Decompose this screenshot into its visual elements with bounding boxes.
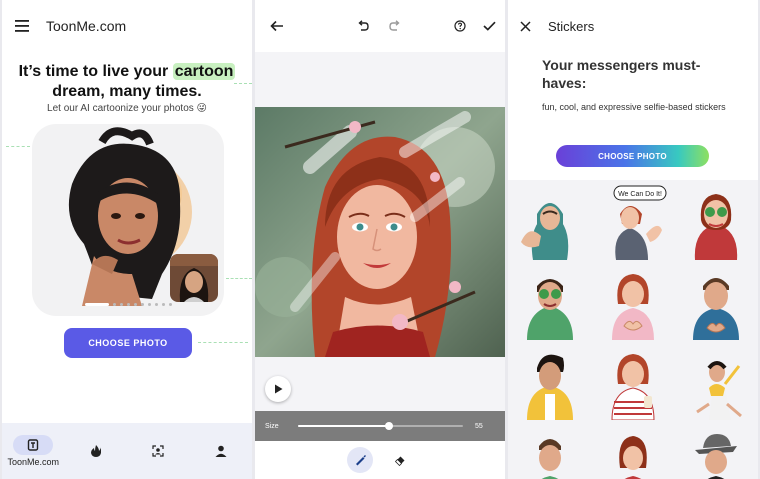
nav-item-label: ToonMe.com	[7, 457, 60, 467]
sticker-rockstar	[696, 361, 743, 420]
eraser-tool-button[interactable]	[387, 447, 413, 473]
close-button[interactable]	[508, 0, 542, 52]
nav-item-portraits[interactable]	[127, 423, 190, 479]
sticker-hoodie-girl	[520, 203, 568, 260]
edited-portrait-image	[255, 107, 505, 357]
nav-item-toonme[interactable]: ToonMe.com	[2, 423, 65, 479]
sticker-coffee-girl	[611, 354, 655, 420]
sticker-bubble-text: We Can Do It!	[618, 191, 662, 198]
sticker-money-glasses-man	[526, 279, 573, 340]
back-button[interactable]	[263, 12, 291, 40]
toonme-logo-icon	[28, 439, 39, 451]
carousel-dot[interactable]	[154, 303, 158, 306]
undo-button[interactable]	[351, 12, 375, 40]
stickers-subtitle: fun, cool, and expressive selfie-based s…	[542, 102, 726, 112]
sticker-money-glasses	[695, 194, 738, 260]
sticker-we-can-do-it: We Can Do It!	[613, 185, 667, 260]
eraser-icon	[394, 456, 405, 466]
help-button[interactable]	[449, 12, 471, 40]
slider-fill	[298, 425, 389, 427]
decorative-dash	[6, 146, 30, 147]
sticker-item[interactable]	[675, 262, 758, 342]
sticker-item[interactable]	[591, 342, 674, 422]
menu-button[interactable]	[2, 0, 42, 52]
headline-text: It’s time to live your	[18, 63, 173, 80]
hamburger-menu-icon	[15, 20, 29, 32]
size-value: 55	[475, 422, 483, 430]
nav-item-trending[interactable]	[65, 423, 128, 479]
app-title: ToonMe.com	[46, 18, 127, 34]
sticker-heart-hands-man	[693, 278, 740, 340]
flame-icon	[90, 445, 101, 457]
choose-photo-button[interactable]: CHOOSE PHOTO	[64, 328, 192, 358]
undo-icon	[358, 20, 369, 31]
sticker-item[interactable]	[508, 422, 591, 479]
stickers-headline: Your messengers must-haves:	[542, 57, 701, 91]
stickers-app-bar: Stickers	[508, 0, 758, 52]
carousel-dot-active[interactable]	[84, 303, 109, 306]
original-photo-thumbnail	[170, 254, 218, 302]
sticker-item[interactable]: We Can Do It!	[591, 182, 674, 262]
carousel-dot[interactable]	[133, 303, 137, 306]
sticker-item[interactable]	[508, 182, 591, 262]
sticker-heart-hands-girl	[611, 274, 654, 340]
sticker-grumpy-girl	[619, 436, 647, 479]
sticker-item[interactable]	[675, 182, 758, 262]
sticker-item[interactable]	[675, 422, 758, 479]
app-bar: ToonMe.com	[2, 0, 252, 52]
choose-photo-button[interactable]: CHOOSE PHOTO	[556, 145, 709, 167]
size-label: Size	[265, 422, 279, 430]
brush-tool-button[interactable]	[347, 447, 373, 473]
brush-size-bar: Size 55	[255, 411, 505, 441]
play-icon	[274, 384, 282, 394]
sticker-item[interactable]	[591, 262, 674, 342]
redo-icon	[389, 20, 400, 31]
photo-editor-screen: Size 55	[255, 0, 505, 479]
brush-icon	[356, 455, 366, 466]
carousel-indicator	[32, 303, 224, 306]
decorative-dash	[226, 278, 252, 279]
carousel-dot[interactable]	[126, 303, 130, 306]
brush-size-slider[interactable]	[298, 419, 463, 433]
close-icon	[519, 20, 531, 32]
check-icon	[482, 21, 496, 31]
confirm-button[interactable]	[477, 12, 501, 40]
edited-photo-canvas[interactable]	[255, 107, 505, 357]
person-icon	[215, 445, 227, 457]
sticker-hat-guy	[695, 434, 738, 479]
sticker-grid: We Can Do It!	[508, 180, 758, 479]
sticker-yellow-jacket-guy	[526, 354, 573, 420]
editor-toolbar	[255, 0, 505, 52]
sticker-item[interactable]	[675, 342, 758, 422]
help-circle-icon	[454, 20, 466, 32]
slider-thumb[interactable]	[384, 422, 393, 430]
nav-item-profile[interactable]	[190, 423, 253, 479]
redo-button[interactable]	[383, 12, 407, 40]
sticker-smiling-man	[538, 439, 561, 479]
carousel-dot[interactable]	[147, 303, 151, 306]
carousel-dot[interactable]	[161, 303, 165, 306]
carousel-dot[interactable]	[140, 303, 144, 306]
screen-title: Stickers	[548, 18, 595, 34]
sticker-item[interactable]	[508, 342, 591, 422]
arrow-left-icon	[270, 20, 283, 32]
sticker-item[interactable]	[508, 262, 591, 342]
headline-text-line2: dream, many times.	[52, 83, 202, 100]
play-button[interactable]	[265, 376, 291, 402]
person-frame-icon	[152, 445, 164, 457]
carousel-dot[interactable]	[168, 303, 172, 306]
page-subtitle: Let our AI cartoonize your photos 😜	[47, 103, 207, 114]
decorative-dash	[198, 342, 248, 343]
bottom-navigation: ToonMe.com	[2, 423, 252, 479]
stickers-screen: Stickers Your messengers must-haves: fun…	[508, 0, 758, 479]
sticker-item[interactable]	[591, 422, 674, 479]
toonme-home-screen: ToonMe.com It’s time to live your cartoo…	[2, 0, 252, 479]
carousel-dot[interactable]	[112, 303, 116, 306]
page-headline: It’s time to live your cartoon dream, ma…	[2, 62, 252, 102]
carousel-dot[interactable]	[119, 303, 123, 306]
editor-tools	[255, 441, 505, 479]
headline-highlight: cartoon	[172, 63, 236, 80]
